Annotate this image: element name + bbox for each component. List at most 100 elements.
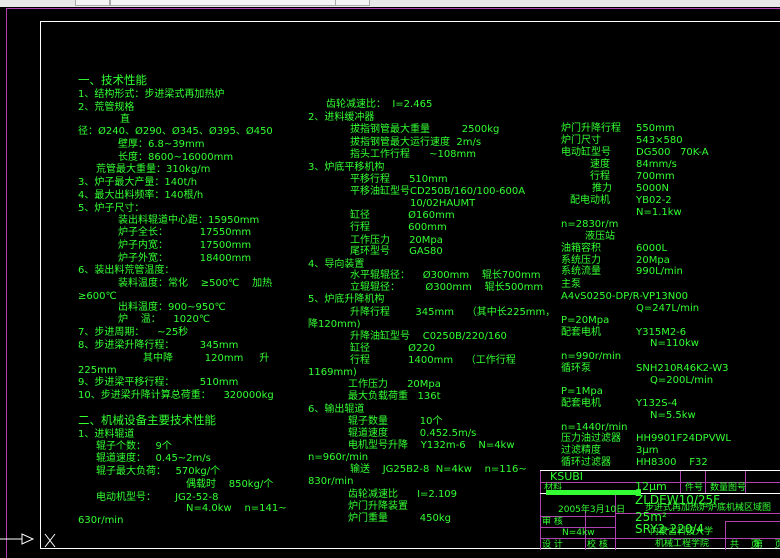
spec-line: 辊道速度： 0.45~2m/s bbox=[96, 453, 211, 464]
spec-line: 齿轮减速比 I=2.109 bbox=[348, 489, 458, 500]
spec-line: 直 bbox=[120, 114, 130, 125]
title-block-code: KSUBI bbox=[550, 470, 584, 483]
spec-line: 长度：8600~16000mm bbox=[118, 152, 234, 163]
spec-line: 其中降 120mm 升 bbox=[143, 353, 270, 364]
spec-line: 壁厚：6.8~39mm bbox=[118, 139, 205, 150]
spec-label: 炉门尺寸 bbox=[561, 135, 601, 146]
ucs-axis-icon bbox=[0, 533, 56, 548]
spec-line: 行程 600mm bbox=[350, 222, 447, 233]
spec-line: 1、进料辊道 bbox=[78, 429, 135, 440]
title-block-school: 内蒙古科技大学 bbox=[650, 527, 714, 537]
spec-value: N=5.5kw bbox=[650, 410, 696, 421]
spec-line: 装料温度：常化 ≥500℃ 加热 bbox=[118, 278, 273, 289]
title-block-page: 第 页 bbox=[754, 540, 780, 550]
title-block-part-no: 件号 bbox=[685, 483, 704, 493]
title-block-area: 25m² bbox=[635, 510, 667, 524]
toolbar-field[interactable] bbox=[335, 0, 370, 6]
toolbar-field[interactable] bbox=[75, 0, 110, 6]
spec-value: N=1.1kw bbox=[636, 207, 682, 218]
spec-line: 径：Ø240、Ø290、Ø345、Ø395、Ø450 bbox=[78, 126, 273, 137]
title-block-review: 审 核 bbox=[542, 517, 563, 527]
spec-line: 出料温度：900~950℃ bbox=[118, 302, 226, 313]
spec-line: 炉子全长： 17550mm bbox=[118, 227, 252, 238]
toolbar-field[interactable] bbox=[110, 0, 336, 6]
spec-line: 升降油缸型号 C0250B/220/160 bbox=[350, 331, 507, 342]
spec-value: 543×580 bbox=[636, 135, 683, 146]
spec-line: 工作压力 20Mpa bbox=[350, 235, 443, 246]
spec-line: 输送 JG25B2-8 N=4kw n=116~ bbox=[350, 464, 527, 475]
section-heading: 一、技术性能 bbox=[78, 73, 147, 87]
spec-line: 指头工作行程 ~108mm bbox=[350, 149, 477, 160]
spec-line: 缸径 Ø220 bbox=[350, 343, 436, 354]
spec-line: 830r/min bbox=[308, 476, 354, 487]
spec-value: Y132S-4 bbox=[636, 398, 678, 409]
spec-line: 电机型号升降 Y132m-6 N=4kw bbox=[348, 440, 515, 451]
title-block-check: 校 核 bbox=[587, 540, 608, 550]
spec-value: N=110kw bbox=[650, 338, 699, 349]
spec-label: 推力 bbox=[592, 183, 612, 194]
spec-line: 5、炉子尺寸： bbox=[78, 203, 145, 214]
spec-line: ≥600℃ bbox=[78, 291, 117, 302]
spec-label: P=20Mpa bbox=[561, 315, 610, 326]
spec-line: 炉门升降装置 bbox=[348, 501, 408, 512]
spec-line: 4、导向装置 bbox=[308, 259, 365, 270]
spec-label: 系统流量 bbox=[561, 266, 601, 277]
title-block-college: 机械工程学院 bbox=[655, 539, 710, 549]
spec-line: 辊道速度 0.452.5m/s bbox=[348, 428, 477, 439]
spec-value: 700mm bbox=[636, 171, 675, 182]
spec-label: 配电动机 bbox=[570, 195, 610, 206]
spec-label: 主泵 bbox=[561, 279, 581, 290]
spec-line: 辊子数量 10个 bbox=[348, 416, 443, 427]
section-heading: 二、机械设备主要技术性能 bbox=[78, 413, 216, 427]
spec-line: 升降行程 345mm （其中长225mm， bbox=[350, 307, 556, 318]
spec-label: n=2830r/m bbox=[561, 219, 619, 230]
spec-line: 电动机型号： JG2-52-8 bbox=[96, 492, 219, 503]
spec-line: 降120mm) bbox=[308, 319, 361, 330]
spec-label: 炉门升降行程 bbox=[561, 123, 621, 134]
spec-label: 行程 bbox=[590, 171, 610, 182]
spec-line: 225mm bbox=[78, 365, 117, 376]
spec-line: 10、步进梁升降计算总荷重： 320000kg bbox=[78, 390, 274, 401]
spec-value: 990L/min bbox=[636, 266, 683, 277]
spec-line: 辊子最大负荷： 570kg/个 bbox=[96, 466, 221, 477]
viewport-border bbox=[6, 8, 7, 558]
spec-line: 4、最大出料频率：140根/h bbox=[78, 190, 204, 201]
title-block: KSUBI 材料 件号 数量图号 12μm ZLDEW10/25F 步进式再加热… bbox=[540, 470, 780, 550]
spec-value: 550mm bbox=[636, 123, 675, 134]
spec-line: 9、步进梁平移行程： 510mm bbox=[78, 377, 239, 388]
spec-label: 速度 bbox=[590, 159, 610, 170]
spec-line: 炉子外宽： 18400mm bbox=[118, 253, 252, 264]
spec-line: 5、炉底升降机构 bbox=[308, 294, 385, 305]
spec-line: 炉门重量 450kg bbox=[348, 513, 452, 524]
spec-line: 拔指钢管最大重量 2500kg bbox=[350, 124, 500, 135]
spec-label: P=1Mpa bbox=[561, 386, 603, 397]
highlight-bar bbox=[546, 490, 641, 495]
spec-label: 循环泵 bbox=[561, 363, 591, 374]
spec-value: 3μm bbox=[636, 445, 659, 456]
spec-line: 水平辊辊径： Ø300mm 辊长700mm bbox=[350, 270, 541, 281]
spec-line: 辊子个数： 9个 bbox=[96, 441, 172, 452]
spec-line: 装出料辊道中心距：15950mm bbox=[118, 215, 260, 226]
spec-line: 10/02HAUMT bbox=[410, 198, 476, 209]
spec-line: 2、荒管规格 bbox=[78, 102, 135, 113]
spec-line: 平移行程 510mm bbox=[350, 174, 448, 185]
spec-value: 5000N bbox=[636, 183, 669, 194]
spec-line: 荒管最大重量：310kg/m bbox=[96, 164, 211, 175]
spec-label: A4vS0250-DP/R-VP13N00 bbox=[561, 291, 688, 302]
spec-value: HH8300 F32 bbox=[636, 457, 708, 468]
spec-line: 尾环型号 GAS80 bbox=[350, 246, 443, 257]
spec-label: 电动缸型号 bbox=[561, 147, 611, 158]
spec-line: 缸径 Ø160mm bbox=[350, 210, 455, 221]
spec-line: 拔指钢管最大运行速度 2m/s bbox=[350, 137, 482, 148]
spec-value: 84mm/s bbox=[636, 159, 677, 170]
spec-label: n=990r/min bbox=[561, 351, 622, 362]
title-block-design: 设 计 bbox=[542, 540, 563, 550]
spec-line: 6、输出辊道 bbox=[308, 404, 365, 415]
toolbar-strip bbox=[0, 0, 780, 7]
spec-value: Q=247L/min bbox=[636, 303, 700, 314]
spec-value: Y315M2-6 bbox=[636, 327, 687, 338]
spec-line: 630r/min bbox=[78, 515, 124, 526]
spec-line: N=4.0kw n=141~ bbox=[186, 503, 287, 514]
spec-line: 平移油缸型号CD250B/160/100-600A bbox=[350, 186, 526, 197]
title-block-date: 2005年3月10日 bbox=[558, 505, 626, 515]
